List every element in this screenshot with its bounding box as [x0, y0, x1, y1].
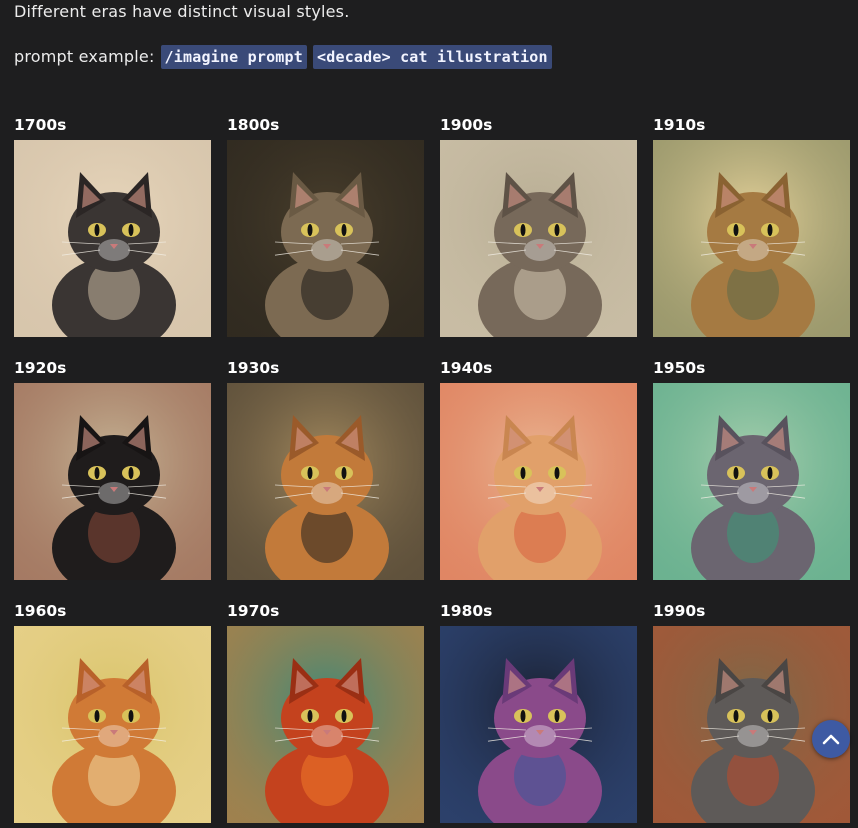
- prompt-code-1: /imagine prompt: [160, 45, 307, 69]
- cat-illustration-image: [653, 383, 850, 580]
- cat-illustration-image: [14, 626, 211, 823]
- decade-card: 1900s: [440, 116, 637, 337]
- decade-card: 1800s: [227, 116, 424, 337]
- decade-label: 1990s: [653, 602, 706, 620]
- prompt-code-2: <decade> cat illustration: [313, 45, 552, 69]
- cat-icon: [227, 626, 424, 823]
- decade-label: 1700s: [14, 116, 67, 134]
- cat-illustration-image: [227, 626, 424, 823]
- decade-card: 1920s: [14, 359, 211, 580]
- scroll-to-top-button[interactable]: [812, 720, 850, 758]
- cat-icon: [227, 140, 424, 337]
- cat-icon: [14, 626, 211, 823]
- cat-icon: [440, 626, 637, 823]
- decade-label: 1960s: [14, 602, 67, 620]
- cat-illustration-image: [653, 140, 850, 337]
- decade-grid: 1700s 1800s 1900s 1910s 1920s 1930s 1940…: [14, 116, 850, 823]
- decade-label: 1980s: [440, 602, 493, 620]
- decade-card: 1700s: [14, 116, 211, 337]
- decade-label: 1910s: [653, 116, 706, 134]
- decade-card: 1940s: [440, 359, 637, 580]
- decade-card: 1910s: [653, 116, 850, 337]
- intro-text: Different eras have distinct visual styl…: [14, 2, 350, 21]
- decade-label: 1940s: [440, 359, 493, 377]
- cat-illustration-image: [440, 626, 637, 823]
- decade-label: 1970s: [227, 602, 280, 620]
- decade-label: 1930s: [227, 359, 280, 377]
- cat-icon: [653, 383, 850, 580]
- decade-card: 1950s: [653, 359, 850, 580]
- cat-illustration-image: [440, 383, 637, 580]
- cat-icon: [227, 383, 424, 580]
- cat-icon: [14, 383, 211, 580]
- decade-label: 1900s: [440, 116, 493, 134]
- cat-icon: [440, 383, 637, 580]
- prompt-label: prompt example:: [14, 47, 155, 66]
- chevron-up-icon: [822, 734, 840, 745]
- decade-card: 1960s: [14, 602, 211, 823]
- cat-illustration-image: [14, 140, 211, 337]
- cat-illustration-image: [227, 383, 424, 580]
- decade-label: 1920s: [14, 359, 67, 377]
- cat-icon: [14, 140, 211, 337]
- decade-label: 1950s: [653, 359, 706, 377]
- cat-icon: [653, 140, 850, 337]
- decade-card: 1970s: [227, 602, 424, 823]
- cat-illustration-image: [440, 140, 637, 337]
- cat-icon: [440, 140, 637, 337]
- cat-illustration-image: [227, 140, 424, 337]
- decade-label: 1800s: [227, 116, 280, 134]
- cat-illustration-image: [14, 383, 211, 580]
- decade-card: 1980s: [440, 602, 637, 823]
- prompt-example: prompt example: /imagine prompt <decade>…: [14, 45, 552, 69]
- decade-card: 1990s: [653, 602, 850, 823]
- decade-card: 1930s: [227, 359, 424, 580]
